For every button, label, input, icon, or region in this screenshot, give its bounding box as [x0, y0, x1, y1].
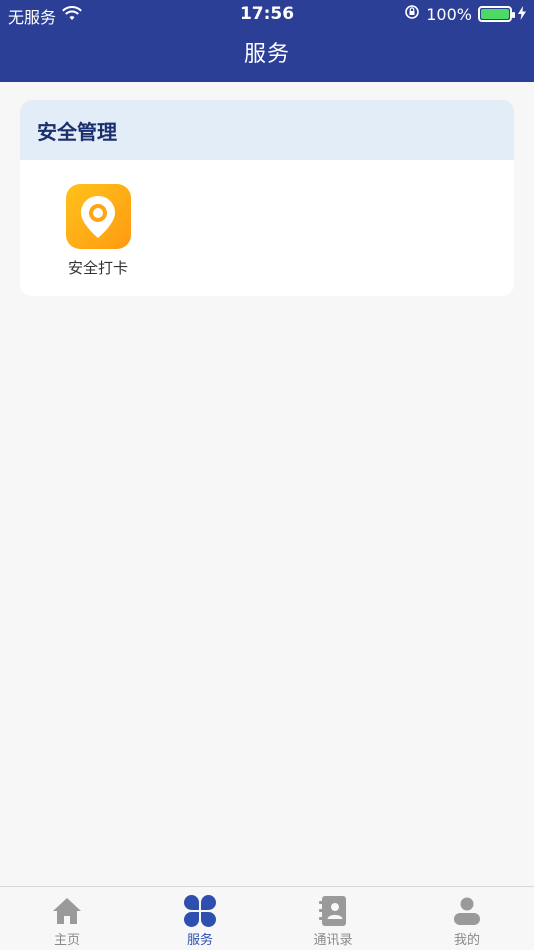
tab-me[interactable]: 我的 [422, 895, 512, 948]
tab-label: 我的 [453, 933, 480, 948]
orientation-lock-icon [404, 4, 420, 24]
battery-level [481, 9, 509, 19]
section-title: 安全管理 [20, 100, 514, 160]
home-icon [22, 895, 112, 927]
app-safety-checkin[interactable]: 安全打卡 [62, 184, 134, 278]
battery-percent: 100% [426, 4, 472, 24]
clover-icon [155, 895, 245, 927]
app-label: 安全打卡 [67, 259, 128, 277]
page-title: 服务 [243, 42, 290, 67]
tab-contacts[interactable]: 通讯录 [288, 895, 378, 948]
tab-label: 通讯录 [313, 933, 353, 948]
tab-home[interactable]: 主页 [22, 895, 112, 948]
app-header: 无服务 17:56 100% 服务 [0, 0, 534, 82]
tab-bar: 主页 服务 通讯录 我的 [0, 886, 534, 950]
charging-icon [518, 5, 526, 24]
person-icon [422, 895, 512, 927]
tab-label: 服务 [186, 933, 213, 948]
tab-label: 主页 [53, 933, 80, 948]
status-bar: 无服务 17:56 100% [0, 0, 534, 28]
battery-icon [478, 6, 515, 22]
tab-services[interactable]: 服务 [155, 895, 245, 948]
status-right: 100% [404, 4, 526, 24]
contacts-book-icon [288, 895, 378, 927]
security-management-card: 安全管理 安全打卡 [20, 100, 514, 296]
location-pin-icon [65, 184, 131, 249]
